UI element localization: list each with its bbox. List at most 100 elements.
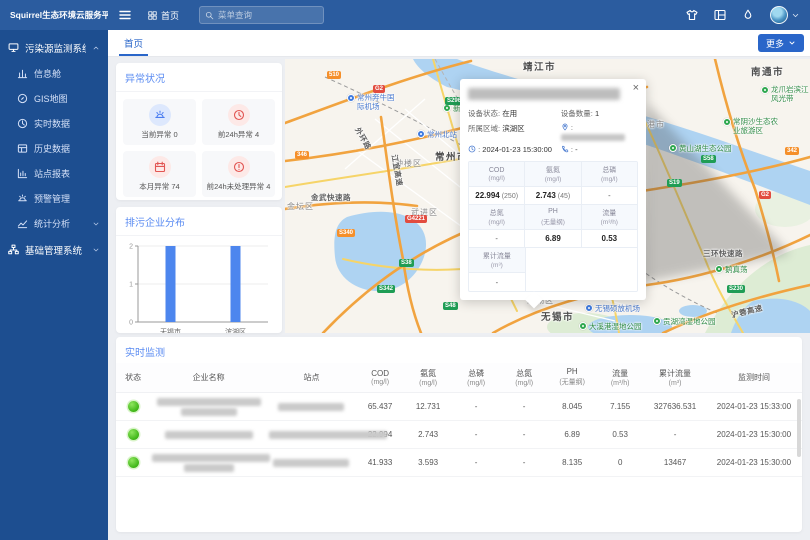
clock-icon <box>468 145 476 153</box>
site-name-redacted <box>267 421 356 449</box>
sidebar-item-label: 站点报表 <box>34 167 100 180</box>
close-icon[interactable]: × <box>633 83 639 94</box>
metric-value: 0 <box>596 449 644 477</box>
menu-toggle-icon[interactable] <box>118 9 132 21</box>
pin-icon <box>561 123 569 131</box>
stat-card-label: 前24h异常 4 <box>218 129 259 140</box>
svg-text:2: 2 <box>129 244 133 251</box>
stat-card-label: 本月异常 74 <box>139 181 179 192</box>
sidebar-item[interactable]: 站点报表 <box>0 161 108 186</box>
road-badge: 342 <box>785 147 799 155</box>
sidebar-item[interactable]: 预警管理 <box>0 186 108 211</box>
realtime-monitor-panel: 实时监测 状态企业名称站点COD(mg/l)氨氮(mg/l)总磷(mg/l)总氮… <box>116 337 802 532</box>
status-dot <box>128 457 139 468</box>
sidebar-item[interactable]: 信息舱 <box>0 61 108 86</box>
app-logo: Squirrel生态环境云服务平台 <box>0 9 108 21</box>
stat-card-label: 前24h未处理异常 4 <box>207 181 271 192</box>
gis-icon <box>17 93 28 104</box>
metric-value: - <box>452 421 500 449</box>
more-button[interactable]: 更多 <box>758 34 804 52</box>
metric-value: 8.135 <box>548 449 596 477</box>
station-info-popup: × 设备状态: 在用设备数量: 1所属区域: 滨湖区 : : 2024-01-2… <box>460 79 646 300</box>
tab-home[interactable]: 首页 <box>119 36 148 56</box>
search-input[interactable] <box>218 10 318 20</box>
flame-icon[interactable] <box>742 9 754 21</box>
metric-value: 13467 <box>644 449 706 477</box>
park-poi-icon <box>715 265 723 273</box>
realtime-table: 状态企业名称站点COD(mg/l)氨氮(mg/l)总磷(mg/l)总氮(mg/l… <box>116 363 802 477</box>
chevron-down-icon <box>92 246 100 254</box>
breadcrumb-label: 首页 <box>161 9 179 22</box>
metric-value: 6.89 <box>548 421 596 449</box>
svg-text:0: 0 <box>129 320 133 327</box>
road-badge: S19 <box>667 179 682 187</box>
popup-table-row: 总氮(mg/l)PH(无量纲)流量(m³/h) <box>469 205 637 230</box>
metric-value: - <box>452 393 500 421</box>
sidebar-group-label: 基础管理系统 <box>25 243 86 257</box>
sidebar-item[interactable]: 历史数据 <box>0 136 108 161</box>
road-badge: 346 <box>295 151 309 159</box>
breadcrumb[interactable]: 首页 <box>148 9 179 22</box>
column-header: 站点 <box>267 363 356 393</box>
user-avatar[interactable] <box>770 6 788 24</box>
enterprise-distribution-panel: 排污企业分布 012无锡市滨湖区 <box>116 207 282 333</box>
chevron-down-icon[interactable] <box>791 11 800 20</box>
sidebar-group[interactable]: 基础管理系统 <box>0 236 108 263</box>
metric-value: 327636.531 <box>644 393 706 421</box>
sidebar-item-label: 历史数据 <box>34 142 100 155</box>
popup-table-cell: PH(无量纲) <box>525 205 581 230</box>
column-header: 流量(m³/h) <box>596 363 644 393</box>
sidebar-item[interactable]: 统计分析 <box>0 211 108 236</box>
map-label: 三环快速路 <box>703 248 743 259</box>
map-label: 沪蓉高速 <box>730 302 764 320</box>
table-row[interactable]: 41.9333.593--8.1350134672024-01-23 15:30… <box>116 449 802 477</box>
metric-value: 65.437 <box>356 393 404 421</box>
park-poi-icon <box>653 317 661 325</box>
metric-value: 7.155 <box>596 393 644 421</box>
popup-info-item: 所属区域: 滨湖区 <box>468 123 557 141</box>
metric-value: 2024-01-23 15:30:00 <box>706 421 802 449</box>
svg-text:1: 1 <box>129 282 133 289</box>
popup-table-row: - <box>469 273 637 291</box>
metric-value: 12.731 <box>404 393 452 421</box>
popup-metrics-table: COD(mg/l)氨氮(mg/l)总磷(mg/l)22.994 (250)2.7… <box>468 161 638 292</box>
stat-card: 前24h异常 4 <box>202 99 275 145</box>
map-label: 金坛区 <box>287 201 314 212</box>
map-label: 常州奔牛国际机场 <box>347 93 399 111</box>
column-header: 总磷(mg/l) <box>452 363 500 393</box>
park-poi-icon <box>761 86 769 94</box>
park-poi-icon <box>669 144 677 152</box>
metric-value: 8.045 <box>548 393 596 421</box>
enterprise-name-redacted <box>150 393 267 421</box>
popup-table-row: 22.994 (250)2.743 (45)- <box>469 187 637 205</box>
theme-skin-icon[interactable] <box>686 9 698 21</box>
table-row[interactable]: 65.43712.731--8.0457.155327636.5312024-0… <box>116 393 802 421</box>
popup-table-cell: - <box>582 187 637 205</box>
road-badge: S58 <box>701 155 716 163</box>
menu-search <box>199 6 324 24</box>
popup-table-cell: 氨氮(mg/l) <box>525 162 581 187</box>
road-badge: S230 <box>727 285 745 293</box>
station-name-redacted <box>468 88 620 100</box>
metric-value: - <box>500 393 548 421</box>
gis-map[interactable]: 靖江市南通市常州市无锡市钟楼区武进区金坛区滨湖区港市常州奔牛国际机场常州北站无锡… <box>285 59 810 333</box>
column-header: 监测时间 <box>706 363 802 393</box>
vertical-scrollbar[interactable] <box>797 399 801 457</box>
stat-card: 本月异常 74 <box>123 151 196 197</box>
map-label: 金武快速路 <box>311 192 351 203</box>
column-header: COD(mg/l) <box>356 363 404 393</box>
sidebar-item[interactable]: 实时数据 <box>0 111 108 136</box>
metric-value: 2.743 <box>404 421 452 449</box>
sidebar-group[interactable]: 污染源监测系统 <box>0 34 108 61</box>
road-badge: S342 <box>377 285 395 293</box>
popup-table-cell: 总磷(mg/l) <box>582 162 637 187</box>
chevron-down-icon <box>92 220 100 228</box>
layout-grid-icon[interactable] <box>714 9 726 21</box>
map-label: 无锡市 <box>541 309 574 323</box>
metric-value: 3.593 <box>404 449 452 477</box>
table-row[interactable]: 22.9942.743--6.890.53-2024-01-23 15:30:0… <box>116 421 802 449</box>
sidebar-item[interactable]: GIS地图 <box>0 86 108 111</box>
park-poi-icon <box>723 118 731 126</box>
panel-title: 异常状况 <box>116 63 282 92</box>
sidebar-item-label: 实时数据 <box>34 117 100 130</box>
